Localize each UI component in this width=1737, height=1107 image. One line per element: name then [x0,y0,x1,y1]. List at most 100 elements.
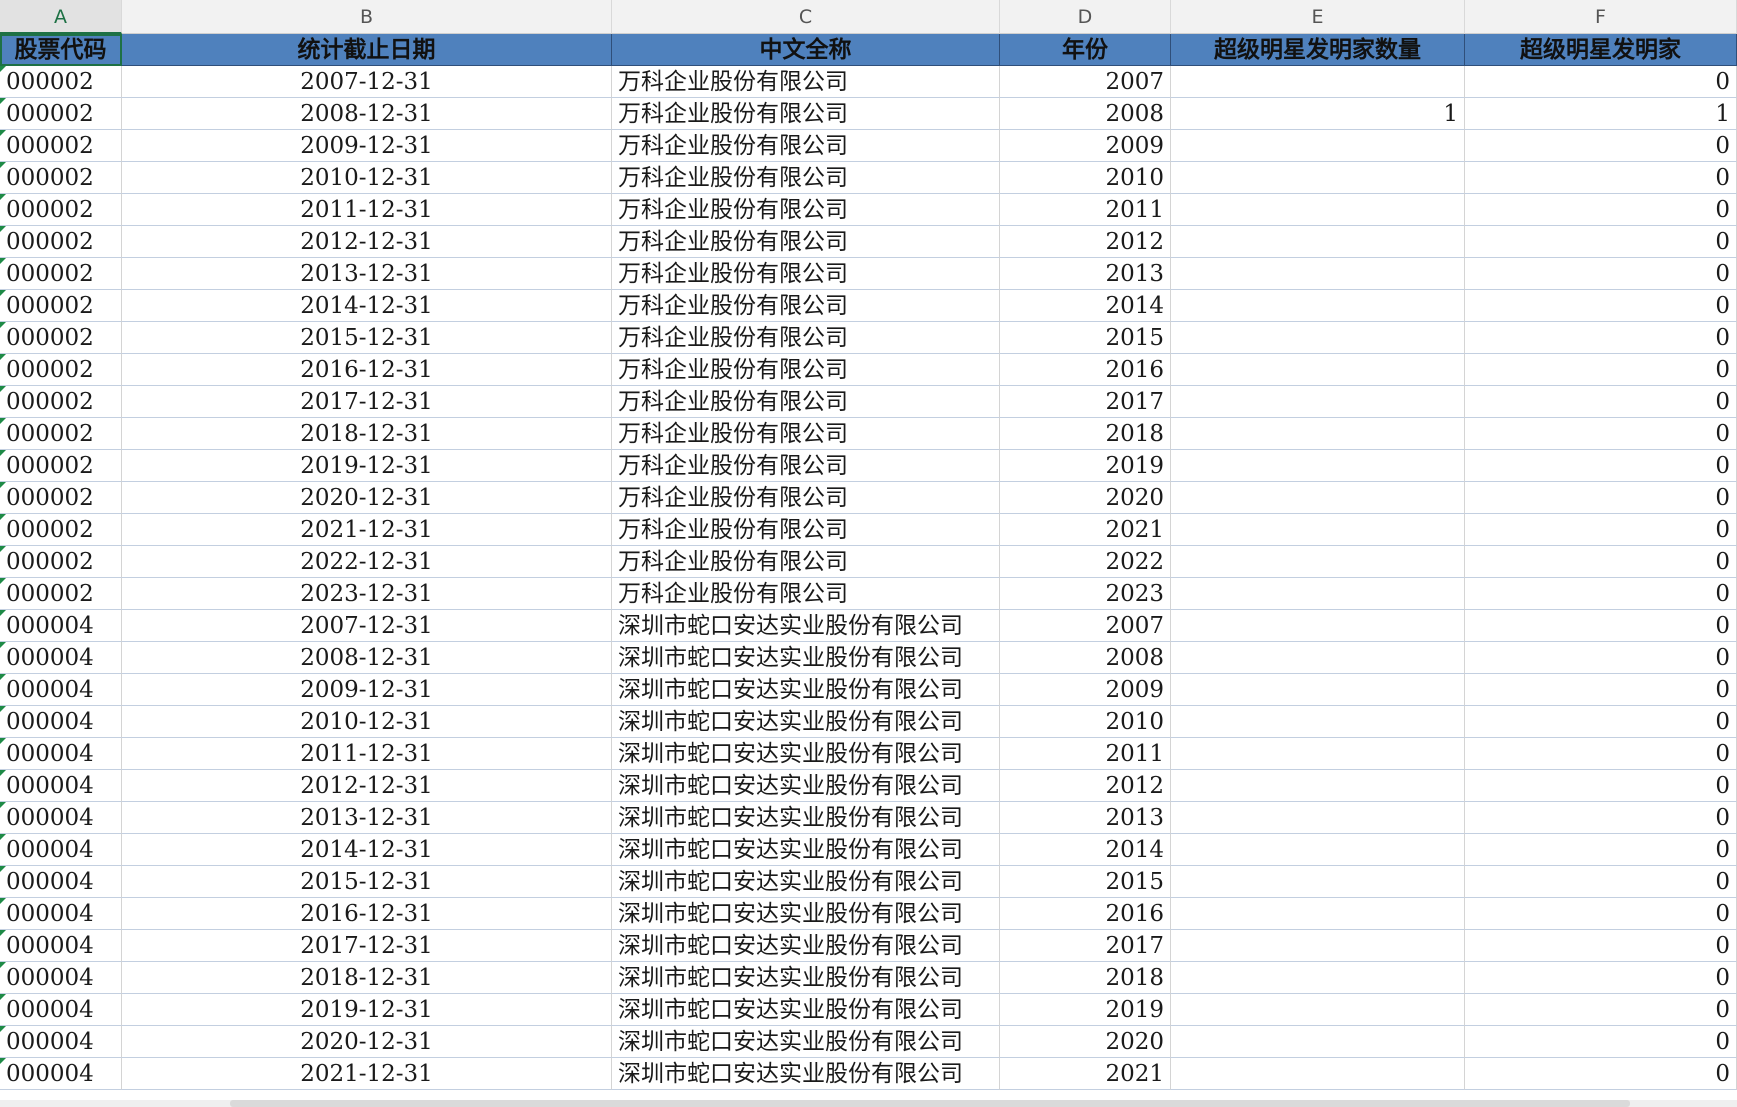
cell-date[interactable]: 2020-12-31 [122,482,612,514]
cell-star-inventor-count[interactable] [1171,130,1465,162]
cell-star-inventor[interactable]: 0 [1465,802,1737,834]
cell-full-name[interactable]: 深圳市蛇口安达实业股份有限公司 [612,834,1000,866]
scrollbar-thumb[interactable] [230,1100,1630,1107]
cell-star-inventor[interactable]: 0 [1465,578,1737,610]
cell-full-name[interactable]: 深圳市蛇口安达实业股份有限公司 [612,866,1000,898]
cell-year[interactable]: 2021 [1000,1058,1171,1090]
cell-year[interactable]: 2016 [1000,898,1171,930]
cell-date[interactable]: 2012-12-31 [122,770,612,802]
cell-stock-code[interactable]: 000004 [0,898,122,930]
cell-year[interactable]: 2011 [1000,738,1171,770]
column-header-e[interactable]: E [1171,0,1465,34]
cell-star-inventor[interactable]: 0 [1465,610,1737,642]
cell-date[interactable]: 2008-12-31 [122,642,612,674]
cell-year[interactable]: 2017 [1000,930,1171,962]
cell-full-name[interactable]: 万科企业股份有限公司 [612,290,1000,322]
cell-full-name[interactable]: 深圳市蛇口安达实业股份有限公司 [612,962,1000,994]
cell-star-inventor-count[interactable] [1171,418,1465,450]
cell-star-inventor[interactable]: 0 [1465,66,1737,98]
cell-star-inventor[interactable]: 0 [1465,418,1737,450]
cell-year[interactable]: 2008 [1000,98,1171,130]
cell-stock-code[interactable]: 000004 [0,962,122,994]
cell-full-name[interactable]: 万科企业股份有限公司 [612,578,1000,610]
cell-star-inventor[interactable]: 0 [1465,834,1737,866]
cell-full-name[interactable]: 万科企业股份有限公司 [612,194,1000,226]
cell-stock-code[interactable]: 000004 [0,1026,122,1058]
cell-date[interactable]: 2009-12-31 [122,130,612,162]
cell-star-inventor-count[interactable] [1171,994,1465,1026]
cell-star-inventor-count[interactable] [1171,642,1465,674]
cell-date[interactable]: 2017-12-31 [122,930,612,962]
cell-star-inventor[interactable]: 0 [1465,130,1737,162]
cell-full-name[interactable]: 深圳市蛇口安达实业股份有限公司 [612,1058,1000,1090]
cell-full-name[interactable]: 万科企业股份有限公司 [612,66,1000,98]
cell-full-name[interactable]: 万科企业股份有限公司 [612,418,1000,450]
cell-year[interactable]: 2019 [1000,994,1171,1026]
cell-stock-code[interactable]: 000004 [0,1058,122,1090]
cell-year[interactable]: 2010 [1000,706,1171,738]
cell-year[interactable]: 2009 [1000,674,1171,706]
cell-star-inventor[interactable]: 0 [1465,290,1737,322]
cell-full-name[interactable]: 万科企业股份有限公司 [612,386,1000,418]
cell-date[interactable]: 2013-12-31 [122,802,612,834]
cell-star-inventor[interactable]: 0 [1465,898,1737,930]
header-cell-full-name[interactable]: 中文全称 [612,34,1000,66]
cell-date[interactable]: 2020-12-31 [122,1026,612,1058]
cell-star-inventor[interactable]: 0 [1465,226,1737,258]
cell-star-inventor[interactable]: 0 [1465,1058,1737,1090]
header-cell-year[interactable]: 年份 [1000,34,1171,66]
cell-full-name[interactable]: 万科企业股份有限公司 [612,546,1000,578]
cell-star-inventor-count[interactable] [1171,898,1465,930]
cell-date[interactable]: 2013-12-31 [122,258,612,290]
cell-year[interactable]: 2010 [1000,162,1171,194]
cell-star-inventor[interactable]: 0 [1465,514,1737,546]
cell-year[interactable]: 2021 [1000,514,1171,546]
cell-date[interactable]: 2009-12-31 [122,674,612,706]
cell-full-name[interactable]: 万科企业股份有限公司 [612,226,1000,258]
cell-stock-code[interactable]: 000002 [0,386,122,418]
cell-star-inventor-count[interactable] [1171,482,1465,514]
cell-date[interactable]: 2007-12-31 [122,66,612,98]
header-cell-star-inventor-count[interactable]: 超级明星发明家数量 [1171,34,1465,66]
cell-stock-code[interactable]: 000002 [0,322,122,354]
cell-stock-code[interactable]: 000002 [0,98,122,130]
cell-star-inventor[interactable]: 0 [1465,386,1737,418]
cell-date[interactable]: 2011-12-31 [122,194,612,226]
cell-stock-code[interactable]: 000004 [0,674,122,706]
cell-star-inventor[interactable]: 0 [1465,962,1737,994]
cell-star-inventor-count[interactable] [1171,610,1465,642]
cell-year[interactable]: 2020 [1000,482,1171,514]
cell-full-name[interactable]: 深圳市蛇口安达实业股份有限公司 [612,738,1000,770]
cell-star-inventor[interactable]: 0 [1465,322,1737,354]
header-cell-stock-code[interactable]: 股票代码 [0,34,122,66]
cell-date[interactable]: 2016-12-31 [122,898,612,930]
cell-star-inventor-count[interactable] [1171,866,1465,898]
cell-stock-code[interactable]: 000004 [0,994,122,1026]
cell-stock-code[interactable]: 000004 [0,642,122,674]
cell-full-name[interactable]: 深圳市蛇口安达实业股份有限公司 [612,1026,1000,1058]
cell-star-inventor[interactable]: 0 [1465,738,1737,770]
cell-date[interactable]: 2015-12-31 [122,322,612,354]
cell-full-name[interactable]: 万科企业股份有限公司 [612,322,1000,354]
cell-year[interactable]: 2015 [1000,866,1171,898]
cell-stock-code[interactable]: 000002 [0,482,122,514]
cell-date[interactable]: 2012-12-31 [122,226,612,258]
cell-star-inventor[interactable]: 0 [1465,194,1737,226]
cell-full-name[interactable]: 万科企业股份有限公司 [612,354,1000,386]
cell-full-name[interactable]: 深圳市蛇口安达实业股份有限公司 [612,706,1000,738]
cell-date[interactable]: 2011-12-31 [122,738,612,770]
cell-star-inventor-count[interactable] [1171,706,1465,738]
cell-year[interactable]: 2018 [1000,962,1171,994]
cell-date[interactable]: 2010-12-31 [122,706,612,738]
column-header-d[interactable]: D [1000,0,1171,34]
cell-star-inventor[interactable]: 0 [1465,546,1737,578]
header-cell-date[interactable]: 统计截止日期 [122,34,612,66]
cell-star-inventor[interactable]: 0 [1465,258,1737,290]
cell-year[interactable]: 2016 [1000,354,1171,386]
cell-date[interactable]: 2010-12-31 [122,162,612,194]
cell-star-inventor-count[interactable] [1171,930,1465,962]
cell-date[interactable]: 2021-12-31 [122,1058,612,1090]
cell-date[interactable]: 2007-12-31 [122,610,612,642]
cell-star-inventor-count[interactable] [1171,258,1465,290]
cell-star-inventor[interactable]: 0 [1465,674,1737,706]
